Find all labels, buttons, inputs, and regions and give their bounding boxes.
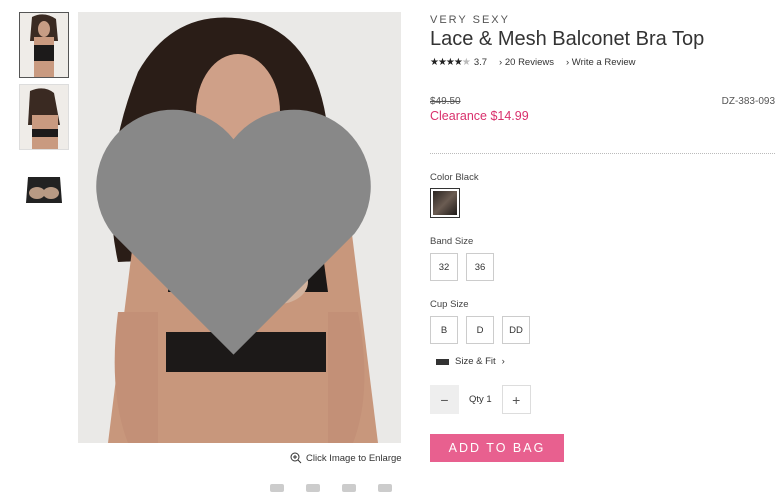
cup-size-label: Cup Size: [430, 299, 469, 310]
zoom-in-icon: [290, 452, 302, 464]
social-share-icons: [270, 484, 392, 492]
color-label: Color Black: [430, 172, 479, 183]
product-title: Lace & Mesh Balconet Bra Top: [430, 28, 705, 50]
cup-size-options: B D DD: [430, 316, 775, 344]
size-fit-link[interactable]: Size & Fit ›: [436, 356, 775, 367]
email-icon[interactable]: [378, 484, 392, 492]
enlarge-text: Click Image to Enlarge: [306, 452, 402, 464]
main-product-image[interactable]: [78, 12, 401, 443]
thumbnail-front[interactable]: [19, 12, 69, 78]
write-review-link[interactable]: › Write a Review: [566, 57, 636, 68]
band-size-options: 32 36: [430, 253, 775, 281]
thumbnail-product-image: [20, 157, 68, 221]
decrease-quantity-button[interactable]: −: [430, 385, 459, 414]
thumbnail-front-image: [20, 13, 68, 77]
rating-row: ★★★★★ 3.7 › 20 Reviews › Write a Review: [430, 57, 775, 68]
thumbnail-product[interactable]: [19, 156, 69, 222]
heart-icon[interactable]: [78, 18, 395, 443]
quantity-label: Qty 1: [469, 394, 492, 405]
enlarge-image-link[interactable]: Click Image to Enlarge: [290, 452, 402, 464]
product-info: VERY SEXY Lace & Mesh Balconet Bra Top ★…: [430, 14, 775, 462]
rating-value: 3.7: [473, 57, 488, 68]
facebook-icon[interactable]: [270, 484, 284, 492]
price-row: $49.50 DZ-383-093: [430, 96, 775, 107]
increase-quantity-button[interactable]: +: [501, 385, 531, 414]
chevron-right-icon: ›: [501, 356, 505, 367]
thumbnail-back-image: [20, 85, 68, 149]
cup-size-option[interactable]: D: [466, 316, 494, 344]
rating-stars: ★★★★★: [430, 57, 471, 68]
ruler-icon: [436, 358, 449, 365]
size-fit-label: Size & Fit: [455, 356, 496, 367]
cup-size-option[interactable]: DD: [502, 316, 530, 344]
band-size-option[interactable]: 36: [466, 253, 494, 281]
brand-name: VERY SEXY: [430, 14, 510, 26]
band-size-option[interactable]: 32: [430, 253, 458, 281]
original-price: $49.50: [430, 96, 461, 107]
thumbnail-list: [19, 12, 71, 228]
divider: [430, 153, 775, 154]
quantity-stepper: − Qty 1 +: [430, 385, 775, 414]
add-to-bag-button[interactable]: ADD TO BAG: [430, 434, 564, 462]
pinterest-icon[interactable]: [342, 484, 356, 492]
color-swatch-black[interactable]: [430, 188, 460, 218]
thumbnail-back[interactable]: [19, 84, 69, 150]
band-size-label: Band Size: [430, 236, 474, 247]
reviews-link[interactable]: › 20 Reviews: [499, 57, 554, 68]
product-sku: DZ-383-093: [721, 96, 775, 107]
twitter-icon[interactable]: [306, 484, 320, 492]
cup-size-option[interactable]: B: [430, 316, 458, 344]
sale-price: Clearance $14.99: [430, 109, 529, 123]
